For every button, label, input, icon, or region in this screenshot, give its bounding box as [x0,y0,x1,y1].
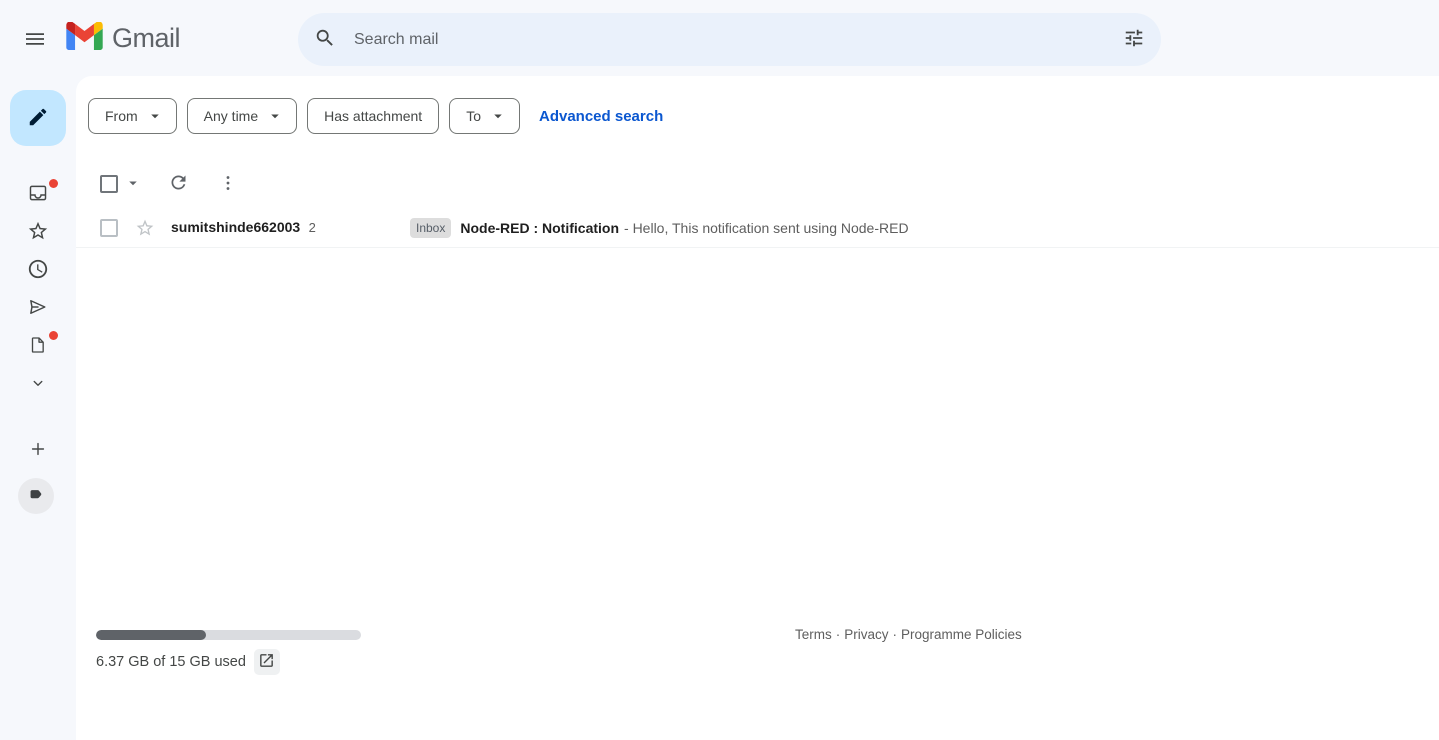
select-all-checkbox[interactable] [100,175,118,193]
refresh-button[interactable] [158,164,198,204]
search-button[interactable] [304,19,346,61]
footer-separator: · [836,627,841,642]
sidebar-item-more[interactable] [0,365,76,403]
email-row[interactable]: sumitshinde662003 2 Inbox Node-RED : Not… [76,208,1439,248]
sidebar [0,76,76,740]
storage-section: 6.37 GB of 15 GB used [96,630,361,675]
manage-storage-button[interactable] [254,649,280,675]
inbox-label-badge: Inbox [410,218,451,238]
gmail-m-icon [66,22,103,55]
search-bar[interactable] [298,13,1161,66]
chevron-down-icon [29,374,47,395]
terms-link[interactable]: Terms [795,627,832,642]
send-icon [27,296,49,321]
main-panel: From Any time Has attachment To Ad [76,76,1439,740]
compose-button[interactable] [10,90,66,146]
email-thread-count: 2 [309,220,316,235]
sidebar-item-inbox[interactable] [0,175,76,213]
clock-snoozed-icon [27,258,49,283]
privacy-link[interactable]: Privacy [844,627,888,642]
search-icon [314,27,336,52]
chip-label: Has attachment [324,108,422,124]
sidebar-item-sent[interactable] [0,289,76,327]
email-snippet: - Hello, This notification sent using No… [624,220,909,236]
gmail-logo[interactable]: Gmail [66,22,180,55]
inbox-icon [27,182,49,207]
chip-label: Any time [204,108,258,124]
chip-label: From [105,108,138,124]
dropdown-arrow-icon [489,107,507,125]
email-sender-cell: sumitshinde662003 2 [171,219,396,237]
list-toolbar [100,160,248,208]
dropdown-arrow-icon [146,107,164,125]
sidebar-nav [0,175,76,403]
hamburger-icon [23,27,47,54]
open-in-new-icon [258,652,275,672]
compose-pencil-icon [27,106,49,131]
search-input[interactable] [346,31,1113,49]
advanced-search-link[interactable]: Advanced search [539,108,663,125]
email-checkbox[interactable] [100,219,118,237]
filter-chip-from[interactable]: From [88,98,177,134]
search-options-button[interactable] [1113,19,1155,61]
email-star-icon[interactable] [135,218,155,238]
filter-chip-has-attachment[interactable]: Has attachment [307,98,439,134]
dropdown-arrow-icon [124,174,142,195]
plus-icon [28,439,48,462]
sidebar-item-drafts[interactable] [0,327,76,365]
storage-bar-track [96,630,361,640]
create-label-button[interactable] [14,431,62,469]
refresh-icon [168,172,189,196]
draft-file-icon [28,334,48,359]
main-menu-button[interactable] [11,16,59,64]
dropdown-arrow-icon [266,107,284,125]
filter-chip-to[interactable]: To [449,98,520,134]
gmail-wordmark: Gmail [112,23,180,54]
inbox-unread-dot [49,179,58,188]
star-icon [27,220,49,245]
more-vert-icon [218,173,238,196]
labels-button[interactable] [18,478,54,514]
footer-links: Terms·Privacy·Programme Policies [795,627,1022,642]
select-dropdown-button[interactable] [122,172,144,196]
search-filter-chips: From Any time Has attachment To Ad [88,98,663,134]
label-tag-icon [27,485,46,507]
sidebar-item-snoozed[interactable] [0,251,76,289]
gmail-app-window: Gmail [0,0,1439,740]
drafts-unread-dot [49,331,58,340]
storage-bar-fill [96,630,206,640]
sidebar-item-starred[interactable] [0,213,76,251]
top-bar: Gmail [0,0,1439,76]
tune-sliders-icon [1123,27,1145,52]
email-subject: Node-RED : Notification [460,220,619,236]
more-options-button[interactable] [208,164,248,204]
email-sender: sumitshinde662003 [171,219,300,235]
footer-separator: · [893,627,898,642]
programme-policies-link[interactable]: Programme Policies [901,627,1022,642]
chip-label: To [466,108,481,124]
filter-chip-any-time[interactable]: Any time [187,98,297,134]
storage-usage-text: 6.37 GB of 15 GB used [96,654,246,670]
